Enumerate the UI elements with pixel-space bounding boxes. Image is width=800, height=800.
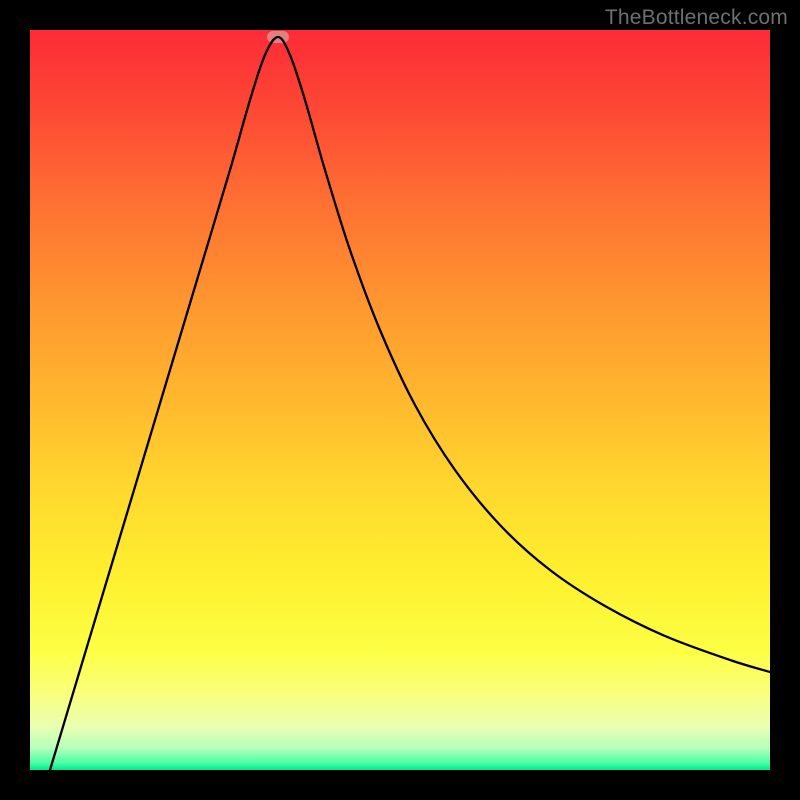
bottleneck-curve [30,30,770,770]
watermark-text: TheBottleneck.com [605,6,788,30]
